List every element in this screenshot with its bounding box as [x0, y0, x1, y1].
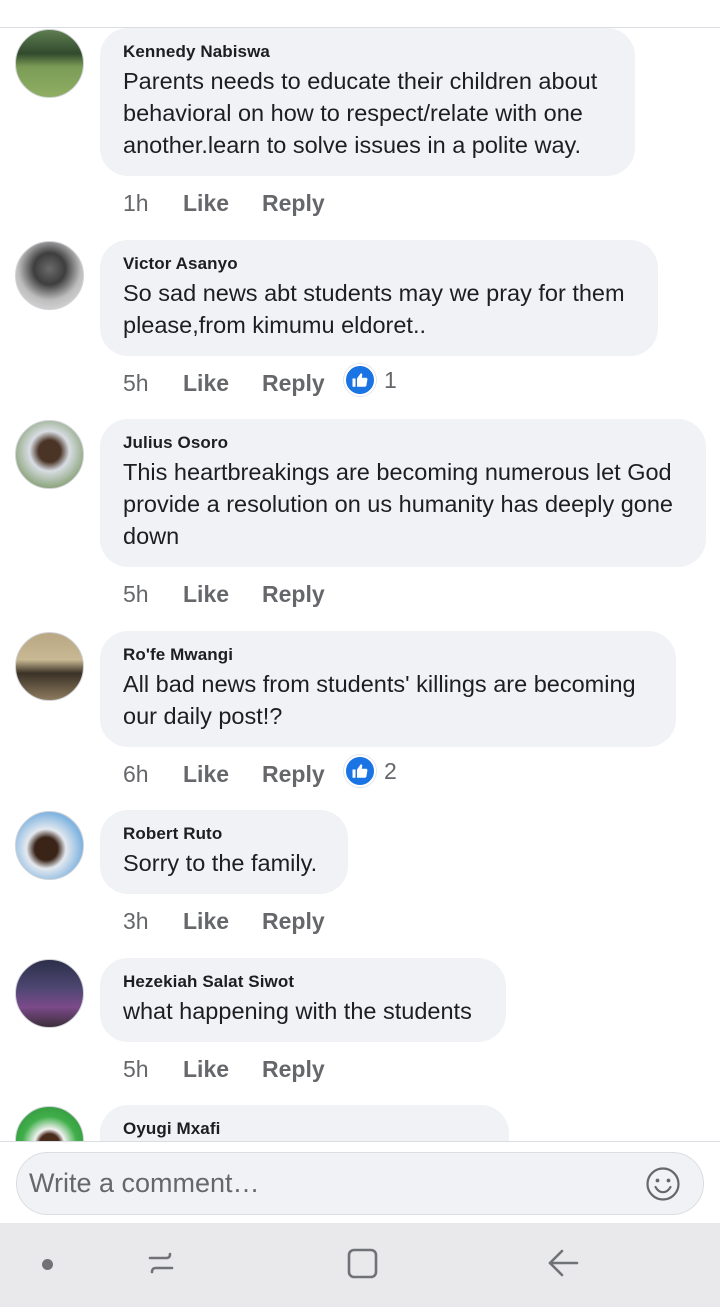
comment-composer: Write a comment… — [0, 1141, 720, 1223]
comment-bubble[interactable]: Hezekiah Salat Siwot what happening with… — [100, 958, 506, 1042]
like-button[interactable]: Like — [183, 370, 262, 397]
comment-bubble[interactable]: Ro'fe Mwangi All bad news from students'… — [100, 631, 676, 747]
comment-time[interactable]: 1h — [123, 190, 183, 217]
comment-time[interactable]: 6h — [123, 761, 183, 788]
reply-button[interactable]: Reply — [262, 581, 344, 608]
comment-actions: 5h Like Reply 1 — [123, 364, 397, 398]
reply-button[interactable]: Reply — [262, 190, 344, 217]
avatar[interactable] — [15, 1106, 84, 1141]
thumbs-up-icon — [344, 755, 376, 787]
comment-bubble[interactable]: Kennedy Nabiswa Parents needs to educate… — [100, 28, 635, 176]
comment-time[interactable]: 5h — [123, 370, 183, 397]
thumbs-up-icon — [344, 364, 376, 396]
comment-time[interactable]: 5h — [123, 581, 183, 608]
reaction-count: 2 — [384, 757, 397, 784]
reaction-summary[interactable]: 2 — [344, 755, 397, 787]
comment-actions: 1h Like Reply — [123, 188, 344, 218]
reply-button[interactable]: Reply — [262, 370, 344, 397]
comment-author[interactable]: Ro'fe Mwangi — [123, 645, 654, 665]
reaction-summary[interactable]: 1 — [344, 364, 397, 396]
comment-bubble[interactable]: Victor Asanyo So sad news abt students m… — [100, 240, 658, 356]
comment-text: Sorry to the family. — [123, 850, 318, 876]
reaction-count: 1 — [384, 366, 397, 393]
comment-input-placeholder: Write a comment… — [29, 1168, 260, 1198]
comment-author[interactable]: Julius Osoro — [123, 433, 684, 453]
like-button[interactable]: Like — [183, 581, 262, 608]
reply-button[interactable]: Reply — [262, 1056, 344, 1083]
system-nav-bar — [0, 1223, 720, 1307]
comment-actions: 5h Like Reply — [123, 1054, 344, 1084]
comment-input[interactable]: Write a comment… — [16, 1152, 704, 1215]
dot-icon[interactable] — [42, 1259, 53, 1270]
comment-text: Parents needs to educate their children … — [123, 68, 598, 158]
avatar[interactable] — [15, 241, 84, 310]
back-icon[interactable] — [545, 1246, 581, 1287]
comment-author[interactable]: Kennedy Nabiswa — [123, 42, 613, 62]
comment-bubble[interactable]: Oyugi Mxafi — [100, 1105, 509, 1141]
recent-apps-icon[interactable] — [143, 1245, 179, 1286]
comment-actions: 3h Like Reply — [123, 906, 344, 936]
comment-bubble[interactable]: Julius Osoro This heartbreakings are bec… — [100, 419, 706, 567]
comment-text: what happening with the students — [123, 998, 472, 1024]
comment-author[interactable]: Oyugi Mxafi — [123, 1119, 487, 1139]
avatar[interactable] — [15, 959, 84, 1028]
comment-bubble[interactable]: Robert Ruto Sorry to the family. — [100, 810, 348, 894]
comment-text: All bad news from students' killings are… — [123, 671, 636, 729]
comment-text: This heartbreakings are becoming numerou… — [123, 459, 674, 549]
reply-button[interactable]: Reply — [262, 761, 344, 788]
smiley-icon[interactable] — [645, 1166, 681, 1202]
comments-list[interactable]: Kennedy Nabiswa Parents needs to educate… — [0, 0, 720, 1141]
comment-time[interactable]: 5h — [123, 1056, 183, 1083]
like-button[interactable]: Like — [183, 1056, 262, 1083]
reply-button[interactable]: Reply — [262, 908, 344, 935]
avatar[interactable] — [15, 811, 84, 880]
like-button[interactable]: Like — [183, 190, 262, 217]
comment-author[interactable]: Robert Ruto — [123, 824, 326, 844]
avatar[interactable] — [15, 420, 84, 489]
comment-time[interactable]: 3h — [123, 908, 183, 935]
comment-author[interactable]: Victor Asanyo — [123, 254, 636, 274]
comment-actions: 6h Like Reply 2 — [123, 755, 397, 789]
home-icon[interactable] — [345, 1246, 381, 1287]
like-button[interactable]: Like — [183, 908, 262, 935]
comment-author[interactable]: Hezekiah Salat Siwot — [123, 972, 484, 992]
like-button[interactable]: Like — [183, 761, 262, 788]
comment-actions: 5h Like Reply — [123, 579, 344, 609]
comment-text: So sad news abt students may we pray for… — [123, 280, 625, 338]
avatar[interactable] — [15, 632, 84, 701]
avatar[interactable] — [15, 29, 84, 98]
